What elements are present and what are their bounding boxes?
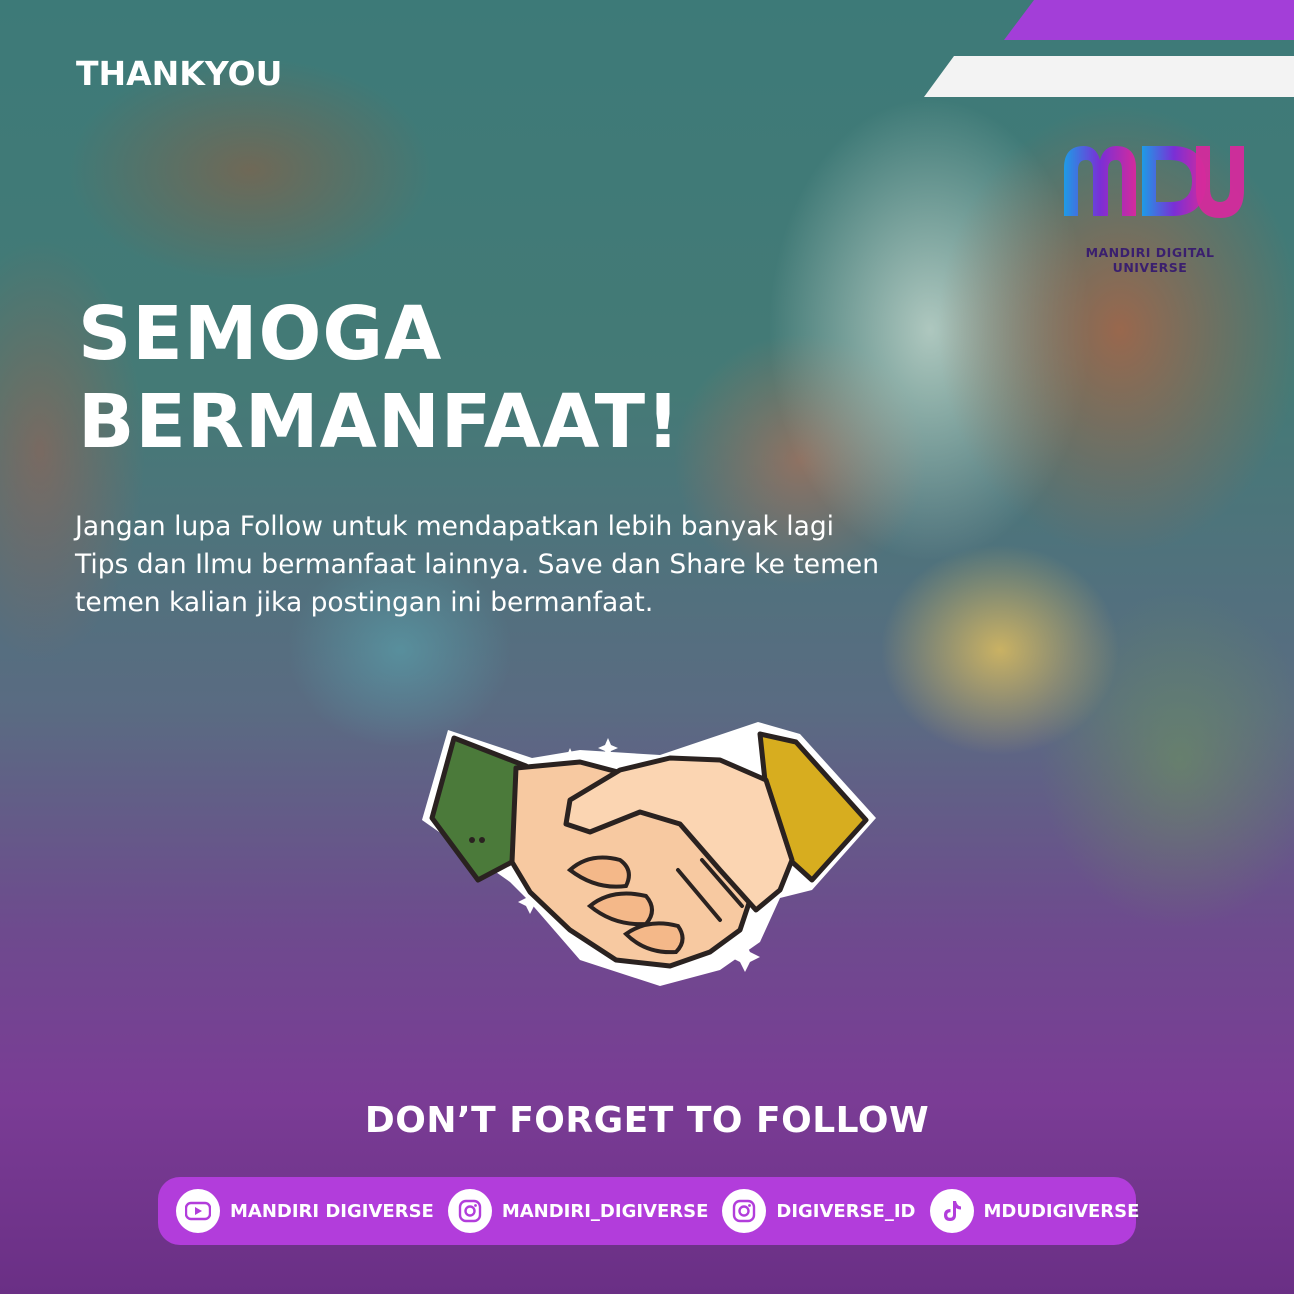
instagram-icon [447, 1189, 492, 1233]
social-label-tiktok: MDUDIGIVERSE [983, 1200, 1140, 1222]
social-link-instagram-digiverse[interactable]: DIGIVERSE_ID [722, 1189, 916, 1233]
social-label-instagram-digiverse: DIGIVERSE_ID [776, 1200, 916, 1222]
poster: THANKYOU MANDIRI DIGITAL UNIVERSE SEMOGA… [0, 0, 1294, 1294]
decorative-stripe-purple [1004, 0, 1294, 40]
decorative-stripe-white [924, 56, 1294, 97]
social-bar: MANDIRI DIGIVERSE MANDIRI_DIGIVERSE DIGI… [158, 1177, 1139, 1245]
brand-name: MANDIRI DIGITAL UNIVERSE [1085, 245, 1215, 275]
handshake-icon [422, 722, 876, 986]
instagram-icon [722, 1189, 767, 1233]
tiktok-icon [929, 1189, 974, 1233]
social-link-youtube[interactable]: MANDIRI DIGIVERSE [176, 1189, 434, 1233]
social-link-tiktok[interactable]: MDUDIGIVERSE [929, 1189, 1140, 1233]
message-line-2: Tips dan Ilmu bermanfaat lainnya. Save d… [75, 549, 880, 580]
thankyou-label: THANKYOU [76, 54, 283, 93]
youtube-icon [176, 1189, 220, 1233]
message-text: Jangan lupa Follow untuk mendapatkan leb… [75, 508, 1085, 622]
headline-line-1: SEMOGA [78, 291, 443, 377]
message-line-3: temen kalian jika postingan ini bermanfa… [75, 587, 654, 618]
follow-title: DON’T FORGET TO FOLLOW [364, 1100, 930, 1141]
message-line-1: Jangan lupa Follow untuk mendapatkan leb… [75, 511, 835, 542]
headline: SEMOGA BERMANFAAT! [78, 290, 978, 466]
headline-line-2: BERMANFAAT! [78, 379, 681, 465]
social-label-instagram-mandiri: MANDIRI_DIGIVERSE [501, 1200, 709, 1222]
social-label-youtube: MANDIRI DIGIVERSE [230, 1200, 434, 1222]
social-link-instagram-mandiri[interactable]: MANDIRI_DIGIVERSE [447, 1189, 709, 1233]
